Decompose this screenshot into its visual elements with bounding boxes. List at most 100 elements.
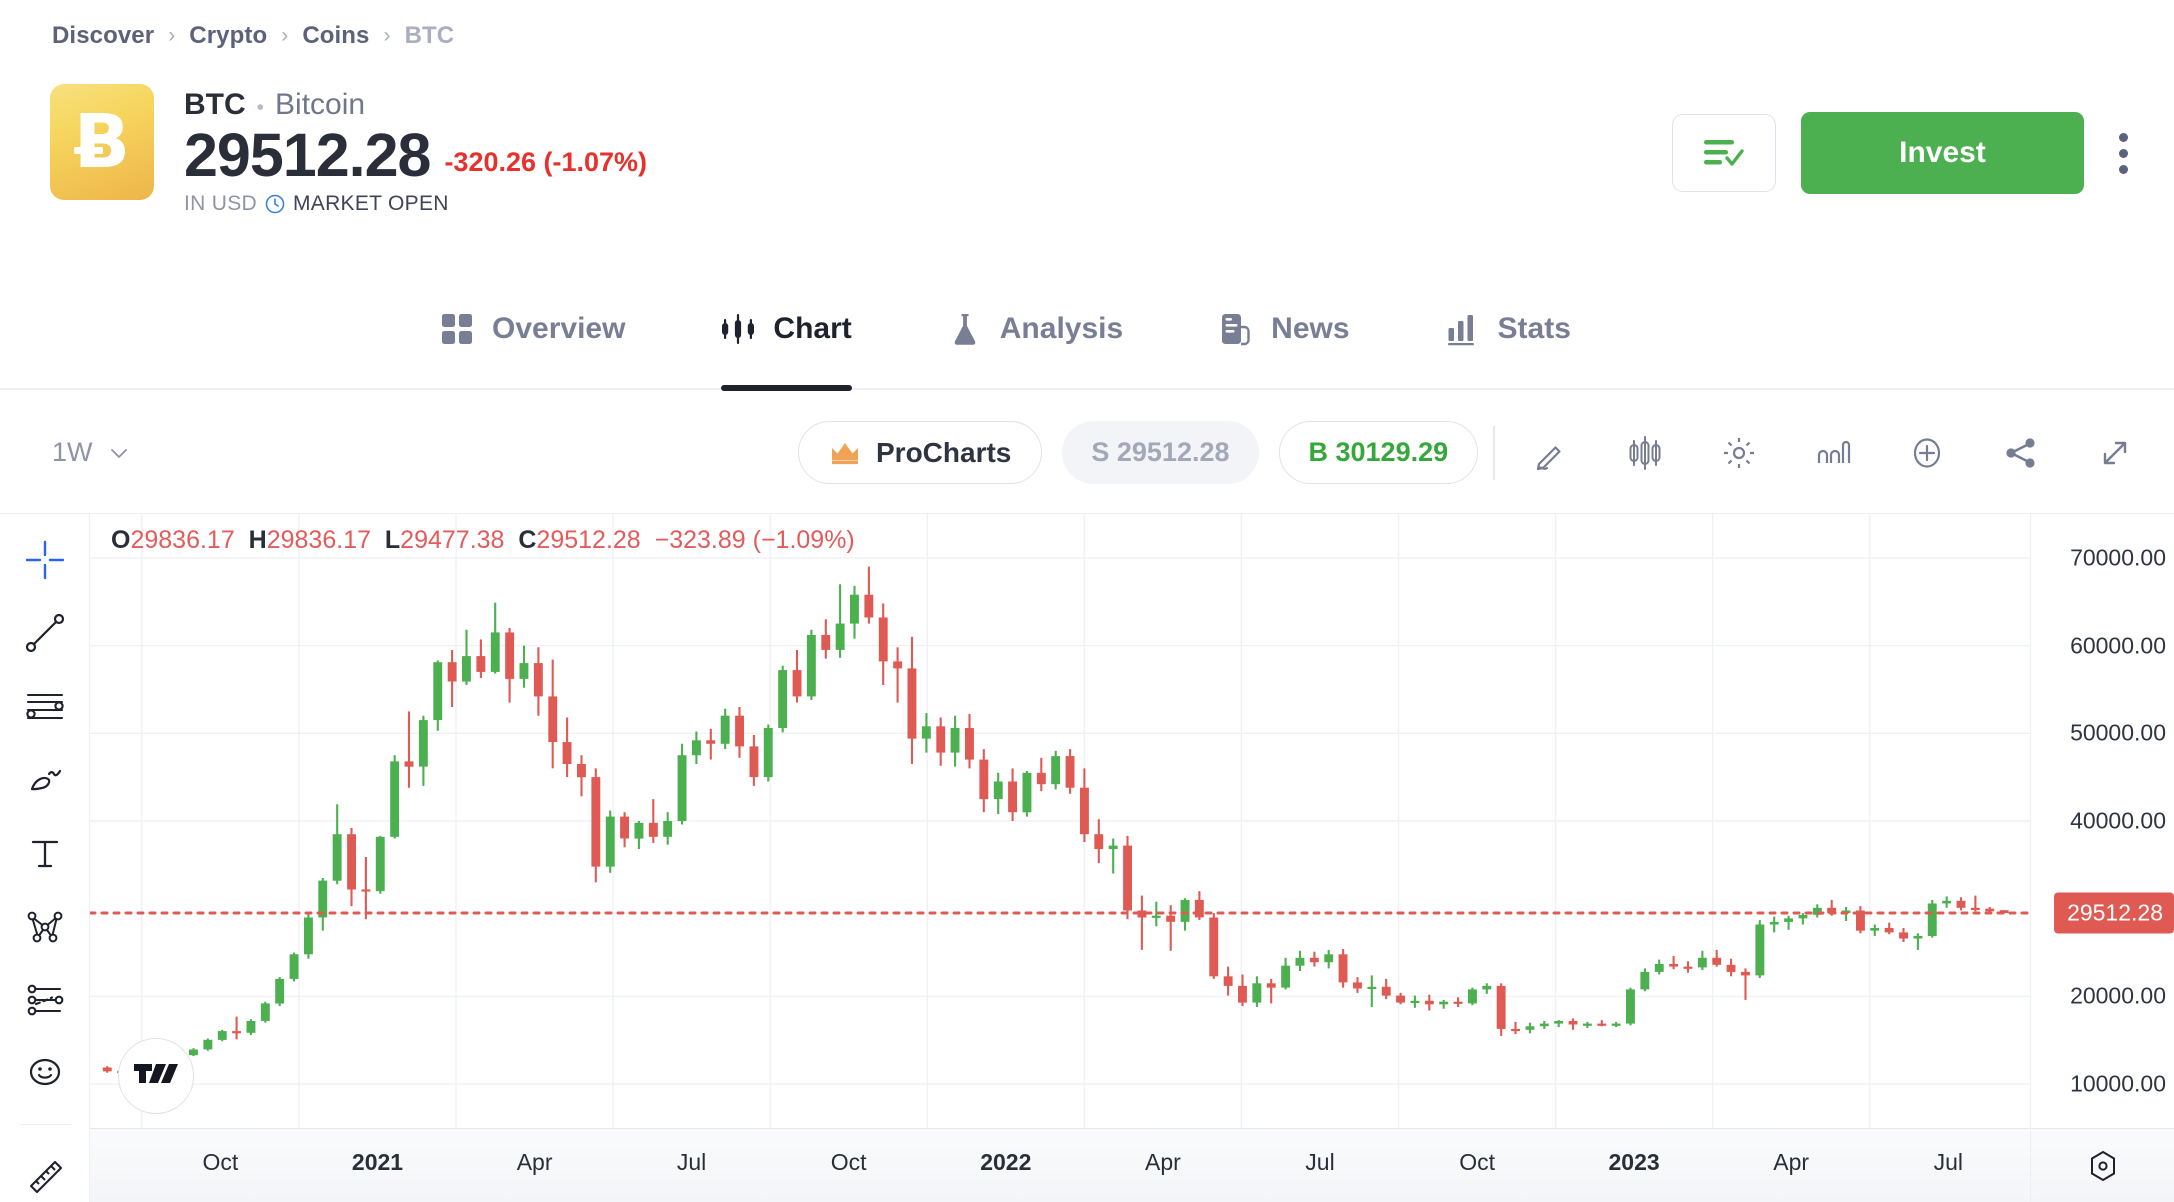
ohlc-change: −323.89 (−1.09%)	[654, 526, 855, 554]
procharts-label: ProCharts	[876, 436, 1012, 468]
fullscreen-expand-icon[interactable]	[2094, 432, 2136, 474]
time-axis-label: 2021	[351, 1149, 404, 1175]
price-axis[interactable]: 70000.00 60000.00 50000.00 40000.00 20000.00…	[2030, 514, 2174, 1128]
invest-button[interactable]: Invest	[1801, 112, 2084, 194]
chart-tool-icons	[1530, 432, 2136, 474]
price-axis-label: 20000.00	[2070, 982, 2166, 1009]
crown-icon	[829, 439, 861, 467]
time-axis-label: Apr	[1773, 1149, 1810, 1175]
time-axis-label: Apr	[516, 1149, 553, 1175]
clock-icon	[264, 193, 286, 215]
ohlc-low-label: L	[384, 526, 401, 554]
tab-chart[interactable]: Chart	[721, 269, 853, 391]
chart-settings-button[interactable]	[2030, 1128, 2174, 1202]
breadcrumb-separator-icon: ›	[168, 24, 176, 47]
price-axis-label: 50000.00	[2070, 719, 2166, 746]
price-axis-label: 10000.00	[2070, 1070, 2166, 1097]
currency-note: IN USD	[184, 192, 257, 216]
price-axis-label: 60000.00	[2070, 632, 2166, 659]
candle-type-icon[interactable]	[1624, 432, 1666, 474]
add-circle-icon[interactable]	[1906, 432, 1948, 474]
tab-overview[interactable]: Overview	[440, 269, 625, 389]
time-axis-label: 2023	[1608, 1149, 1660, 1175]
sell-price-button[interactable]: S 29512.28	[1062, 421, 1259, 484]
tab-analysis[interactable]: Analysis	[948, 269, 1123, 389]
separator-dot-icon: •	[256, 96, 265, 119]
time-axis-label: Jul	[1305, 1149, 1335, 1175]
ohlc-open-value: 29836.17	[130, 526, 235, 554]
timeframe-selector[interactable]: 1W	[52, 437, 132, 468]
grid-icon	[440, 312, 474, 346]
pencil-draw-icon[interactable]	[1530, 432, 1572, 474]
chart-area: O29836.17 H29836.17 L29477.38 C29512.28 …	[0, 514, 2174, 1202]
more-options-button[interactable]	[2109, 127, 2138, 180]
market-status: MARKET OPEN	[292, 192, 449, 216]
bar-chart-icon	[1446, 312, 1480, 346]
breadcrumb: Discover › Crypto › Coins › BTC	[52, 22, 454, 50]
tab-stats[interactable]: Stats	[1446, 269, 1571, 389]
ohlc-close-value: 29512.28	[536, 526, 641, 554]
price-change: -320.26 (-1.07%)	[444, 147, 648, 178]
buy-price-button[interactable]: B 30129.29	[1278, 421, 1479, 484]
crosshair-icon[interactable]	[16, 534, 74, 586]
breadcrumb-item-btc: BTC	[404, 22, 455, 49]
gear-icon[interactable]	[1718, 432, 1760, 474]
instrument-symbol: BTC	[184, 88, 246, 121]
trend-line-icon[interactable]	[16, 607, 74, 659]
watchlist-check-icon	[1702, 135, 1746, 171]
breadcrumb-item-crypto[interactable]: Crypto	[189, 22, 267, 50]
tradingview-logo-icon[interactable]	[118, 1038, 194, 1114]
price-axis-label: 40000.00	[2070, 807, 2166, 834]
btc-chart-page: Discover › Crypto › Coins › BTC Ƀ BTC • Bitcoi…	[0, 0, 2174, 1202]
drawing-tools-sidebar	[0, 514, 90, 1202]
time-axis-label: Jul	[1933, 1149, 1963, 1175]
tab-label: Chart	[773, 312, 852, 345]
chevron-down-icon	[106, 440, 132, 466]
ohlc-open-label: O	[111, 526, 131, 554]
ohlc-close-label: C	[518, 526, 537, 554]
candlestick-plot[interactable]: O29836.17 H29836.17 L29477.38 C29512.28 …	[90, 514, 2030, 1128]
procharts-button[interactable]: ProCharts	[798, 421, 1043, 484]
time-axis-label: Oct	[1459, 1149, 1495, 1175]
breadcrumb-item-coins[interactable]: Coins	[302, 22, 369, 50]
indicators-icon[interactable]	[1812, 432, 1854, 474]
time-axis-label: 2022	[980, 1149, 1032, 1175]
breadcrumb-separator-icon: ›	[281, 24, 289, 47]
candlestick-icon	[721, 312, 755, 346]
ohlc-low-value: 29477.38	[400, 526, 505, 554]
measure-ruler-icon[interactable]	[16, 1150, 74, 1202]
tab-label: News	[1271, 312, 1350, 345]
chart-toolbar: 1W ProCharts S 29512.28 B 30129.29	[0, 392, 2174, 514]
tab-label: Overview	[492, 312, 626, 345]
instrument-header: Ƀ BTC • Bitcoin 29512.28 -320.26 (-1.07%…	[50, 84, 647, 216]
add-to-watchlist-button[interactable]	[1672, 114, 1776, 192]
breadcrumb-item-discover[interactable]: Discover	[52, 22, 154, 50]
tools-divider	[18, 1123, 71, 1125]
time-axis-label: Apr	[1144, 1149, 1181, 1175]
timeframe-value: 1W	[52, 437, 93, 467]
gann-fan-icon[interactable]	[16, 900, 74, 952]
ohlc-legend: O29836.17 H29836.17 L29477.38 C29512.28 …	[111, 526, 855, 555]
tab-news[interactable]: News	[1219, 269, 1350, 389]
ohlc-high-value: 29836.17	[266, 526, 371, 554]
time-axis-label: Jul	[676, 1149, 707, 1175]
brush-draw-icon[interactable]	[16, 754, 74, 806]
tab-label: Stats	[1497, 312, 1571, 345]
last-price-badge: 29512.28	[2054, 892, 2174, 934]
price-axis-label: 70000.00	[2070, 544, 2166, 571]
ohlc-high-label: H	[248, 526, 267, 554]
time-axis-label: Oct	[202, 1149, 239, 1175]
time-axis[interactable]: Oct 2021 Apr Jul Oct 2022 Apr Jul Oct 2023 Apr Jul	[90, 1128, 2030, 1202]
share-icon[interactable]	[2000, 432, 2042, 474]
horizontal-lines-icon[interactable]	[16, 680, 74, 732]
flask-icon	[948, 312, 982, 346]
text-tool-icon[interactable]	[16, 827, 74, 879]
chart-center-controls: ProCharts S 29512.28 B 30129.29	[798, 421, 1479, 484]
bitcoin-logo-icon: Ƀ	[50, 84, 154, 200]
pattern-lines-icon[interactable]	[16, 973, 74, 1025]
instrument-name: Bitcoin	[275, 88, 366, 121]
emoji-sticker-icon[interactable]	[16, 1046, 74, 1098]
toolbar-divider	[1493, 425, 1495, 480]
header-actions: Invest	[1672, 112, 2138, 194]
section-tabs: Overview Chart Analysis News Stats	[0, 269, 2174, 391]
